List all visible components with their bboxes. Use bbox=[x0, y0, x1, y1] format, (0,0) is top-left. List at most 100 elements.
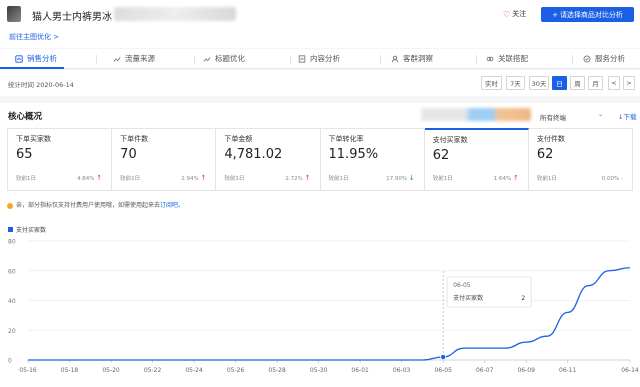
user-icon bbox=[391, 55, 399, 62]
arrow-up-icon: ↑ bbox=[512, 174, 519, 182]
metric-compare: 较前1日 bbox=[328, 176, 349, 182]
x-tick-label: 05-24 bbox=[185, 367, 203, 374]
y-tick-label: 60 bbox=[8, 268, 16, 275]
metric-cards: 下单买家数 65 较前1日 4.84% ↑ 下单件数 70 较前1日 2.94%… bbox=[7, 128, 633, 191]
metric-compare: 较前1日 bbox=[536, 176, 557, 182]
blurred-title-suffix bbox=[114, 7, 236, 21]
tab-label: 关联搭配 bbox=[498, 54, 528, 63]
metric-compare: 较前1日 bbox=[120, 176, 141, 182]
metric-compare: 较前1日 bbox=[432, 176, 453, 182]
y-tick-label: 20 bbox=[8, 328, 16, 335]
metric-label: 下单金额 bbox=[224, 135, 253, 143]
tab-divider bbox=[476, 55, 477, 64]
next-date-button[interactable]: > bbox=[623, 76, 635, 90]
metric-label: 下单件数 bbox=[120, 135, 149, 143]
range-7d-button[interactable]: 7天 bbox=[506, 76, 525, 90]
compare-product-button[interactable]: + 请选择商品对比分析 bbox=[541, 7, 634, 22]
tab-traffic[interactable]: 流量来源 bbox=[113, 53, 155, 64]
x-tick-label: 05-30 bbox=[310, 367, 328, 374]
core-overview-title: 核心概况 bbox=[8, 112, 43, 122]
arrow-up-icon: ↑ bbox=[200, 174, 207, 182]
link-icon bbox=[486, 56, 494, 61]
range-30d-button[interactable]: 30天 bbox=[529, 76, 549, 90]
trend-icon bbox=[203, 56, 211, 62]
metric-value: 65 bbox=[16, 147, 33, 162]
tab-label: 服务分析 bbox=[595, 54, 625, 63]
metric-card[interactable]: 下单金额 4,781.02 较前1日 2.72% ↑ bbox=[216, 129, 321, 190]
arrow-down-icon: ↓ bbox=[408, 174, 415, 182]
x-tick-label: 06-01 bbox=[351, 367, 369, 374]
metric-card[interactable]: 下单转化率 11.95% 较前1日 17.90% ↓ bbox=[321, 129, 425, 190]
subscribe-link[interactable]: 订阅吧。 bbox=[160, 202, 184, 209]
metric-value: 62 bbox=[536, 147, 554, 162]
metric-change: 4.84% ↑ bbox=[77, 174, 103, 182]
metric-change: 0.00% - bbox=[601, 176, 624, 182]
x-tick-label: 05-22 bbox=[144, 367, 162, 374]
metric-value: 70 bbox=[120, 147, 137, 162]
range-realtime-button[interactable]: 实时 bbox=[481, 76, 502, 90]
highlight-point bbox=[440, 354, 447, 361]
x-tick-label: 05-16 bbox=[19, 367, 37, 374]
follow-label: 关注 bbox=[512, 10, 527, 18]
metric-card[interactable]: 下单买家数 65 较前1日 4.84% ↑ bbox=[8, 129, 113, 190]
metric-card[interactable]: 支付件数 62 较前1日 0.00% - bbox=[529, 129, 632, 190]
x-tick-label: 05-18 bbox=[61, 367, 79, 374]
tab-related[interactable]: 关联搭配 bbox=[486, 53, 528, 64]
range-week-button[interactable]: 周 bbox=[570, 76, 585, 90]
metric-card[interactable]: 下单件数 70 较前1日 2.94% ↑ bbox=[112, 129, 217, 190]
metric-card-selected[interactable]: 支付买家数 62 较前1日 1.64% ↑ bbox=[424, 128, 529, 190]
terminal-select[interactable]: 所有终端 bbox=[540, 112, 566, 122]
x-tick-label: 05-28 bbox=[268, 367, 286, 374]
metric-value: 62 bbox=[432, 148, 450, 163]
x-tick-label: 06-07 bbox=[476, 367, 494, 374]
payment-buyers-chart: 0 20 40 60 80 05-16 05-18 05-20 05-22 05-24 05-26 0… bbox=[8, 239, 639, 375]
metric-value: 11.95% bbox=[328, 147, 379, 162]
tab-content[interactable]: 内容分析 bbox=[298, 53, 340, 64]
metric-label: 支付件数 bbox=[536, 135, 565, 143]
heart-icon: ♡ bbox=[503, 9, 511, 19]
tab-divider bbox=[194, 55, 195, 64]
tab-label: 客群洞察 bbox=[403, 54, 433, 63]
tooltip-value: 2 bbox=[521, 295, 525, 302]
download-button[interactable]: ↓下载 bbox=[618, 111, 636, 121]
metric-value: 4,781.02 bbox=[224, 147, 283, 162]
x-tick-label: 06-03 bbox=[393, 367, 411, 374]
service-icon bbox=[583, 55, 591, 62]
arrow-up-icon: ↑ bbox=[304, 174, 311, 182]
range-month-button[interactable]: 月 bbox=[588, 76, 603, 90]
chevron-down-icon: ⌄ bbox=[598, 111, 604, 118]
metric-compare: 较前1日 bbox=[224, 176, 245, 182]
tab-audience[interactable]: 客群洞察 bbox=[391, 53, 433, 64]
metric-compare: 较前1日 bbox=[16, 176, 36, 182]
active-tab-indicator bbox=[0, 67, 64, 69]
tab-divider bbox=[96, 55, 97, 64]
doc-icon bbox=[298, 54, 306, 63]
metric-label: 支付买家数 bbox=[432, 136, 468, 144]
prev-date-button[interactable]: < bbox=[608, 76, 620, 90]
arrow-up-icon: ↑ bbox=[96, 174, 103, 182]
x-tick-label: 06-05 bbox=[434, 367, 452, 374]
metric-change: 2.94% ↑ bbox=[181, 174, 207, 182]
metric-label: 下单转化率 bbox=[328, 135, 364, 143]
main-image-optimize-link[interactable]: 前往主图优化 > bbox=[9, 32, 59, 42]
tab-service[interactable]: 服务分析 bbox=[583, 53, 625, 64]
x-tick-label: 05-20 bbox=[102, 367, 120, 374]
range-day-button[interactable]: 日 bbox=[552, 76, 567, 90]
x-tick-label: 06-09 bbox=[517, 367, 535, 374]
notice-text: 亲，部分指标仅支持付费用户使用哦，如需使用起来去 bbox=[16, 202, 161, 209]
subscription-notice: 亲，部分指标仅支持付费用户使用哦，如需使用起来去订阅吧。 bbox=[7, 200, 184, 209]
tab-divider bbox=[290, 55, 291, 64]
series-line bbox=[27, 267, 631, 361]
blurred-filter-region bbox=[421, 108, 531, 121]
tab-sales[interactable]: 销售分析 bbox=[15, 53, 57, 64]
download-label: 下载 bbox=[623, 113, 637, 121]
tab-title-optimize[interactable]: 标题优化 bbox=[203, 53, 245, 64]
plus-icon: + bbox=[552, 10, 558, 19]
x-tick-label: 06-14 bbox=[621, 367, 639, 374]
tab-label: 内容分析 bbox=[310, 54, 340, 63]
tab-label: 销售分析 bbox=[27, 54, 57, 63]
follow-button[interactable]: ♡ 关注 bbox=[503, 9, 526, 19]
tab-label: 流量来源 bbox=[125, 54, 155, 63]
metric-change: 1.64% ↑ bbox=[493, 174, 519, 182]
compare-button-label: 请选择商品对比分析 bbox=[559, 10, 623, 19]
